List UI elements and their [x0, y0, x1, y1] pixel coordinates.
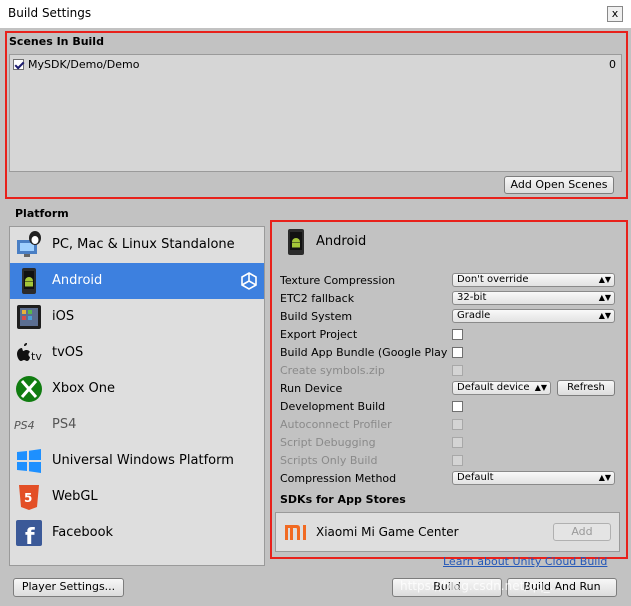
development-build-label: Development Build [280, 400, 386, 413]
run-device-dropdown[interactable]: Default device ▲▼ [452, 381, 551, 395]
window-title: Build Settings [8, 6, 92, 20]
texture-compression-label: Texture Compression [280, 274, 396, 287]
svg-text:tv: tv [31, 350, 42, 363]
autoconnect-profiler-label: Autoconnect Profiler [280, 418, 392, 431]
html5-icon: 5 [19, 485, 39, 510]
etc2-fallback-dropdown[interactable]: 32-bit ▲▼ [452, 291, 615, 305]
platform-label-standalone: PC, Mac & Linux Standalone [52, 237, 235, 252]
ios-icon [17, 305, 41, 329]
scene-row[interactable]: MySDK/Demo/Demo 0 [12, 57, 619, 73]
platform-list[interactable]: PC, Mac & Linux Standalone Android iOS t… [9, 226, 265, 566]
scene-name: MySDK/Demo/Demo [28, 58, 140, 71]
platform-label-tvos: tvOS [52, 345, 84, 360]
unity-logo-icon [241, 272, 257, 290]
export-project-label: Export Project [280, 328, 358, 341]
platform-item-webgl[interactable]: 5 WebGL [10, 479, 264, 515]
platform-item-xbox[interactable]: Xbox One [10, 371, 264, 407]
platform-item-ios[interactable]: iOS [10, 299, 264, 335]
platform-label-webgl: WebGL [52, 489, 98, 504]
title-bar: Build Settings x [0, 0, 631, 28]
scripts-only-build-label: Scripts Only Build [280, 454, 378, 467]
dropdown-arrow-icon: ▲▼ [598, 473, 611, 482]
cloud-build-link[interactable]: Learn about Unity Cloud Build [443, 555, 607, 568]
compression-method-value: Default [457, 472, 494, 483]
script-debugging-label: Script Debugging [280, 436, 376, 449]
settings-title: Android [316, 234, 367, 249]
texture-compression-dropdown[interactable]: Don't override ▲▼ [452, 273, 615, 287]
scene-checkbox[interactable] [13, 59, 24, 70]
scene-index: 0 [609, 58, 616, 71]
etc2-fallback-label: ETC2 fallback [280, 292, 355, 305]
windows-icon [17, 449, 41, 473]
player-settings-button[interactable]: Player Settings... [13, 578, 124, 597]
platform-item-android[interactable]: Android [10, 263, 264, 299]
sdk-name: Xiaomi Mi Game Center [316, 525, 459, 539]
compression-method-dropdown[interactable]: Default ▲▼ [452, 471, 615, 485]
create-symbols-checkbox [452, 365, 463, 376]
run-device-value: Default device [457, 382, 530, 393]
dropdown-arrow-icon: ▲▼ [598, 293, 611, 302]
create-symbols-label: Create symbols.zip [280, 364, 385, 377]
platform-label-android: Android [52, 273, 103, 288]
pc-mac-linux-icon [17, 231, 41, 257]
xbox-icon [16, 376, 42, 402]
build-system-dropdown[interactable]: Gradle ▲▼ [452, 309, 615, 323]
facebook-icon: f [16, 520, 42, 548]
dropdown-arrow-icon: ▲▼ [598, 311, 611, 320]
platform-label-ps4: PS4 [52, 417, 77, 432]
scripts-only-build-checkbox [452, 455, 463, 466]
development-build-checkbox[interactable] [452, 401, 463, 412]
tvos-icon: tv [17, 343, 42, 363]
sdk-row-xiaomi: Xiaomi Mi Game Center Add [275, 512, 620, 552]
platform-item-tvos[interactable]: tv tvOS [10, 335, 264, 371]
dropdown-arrow-icon: ▲▼ [534, 383, 547, 392]
refresh-button[interactable]: Refresh [557, 380, 615, 396]
platform-item-standalone[interactable]: PC, Mac & Linux Standalone [10, 227, 264, 263]
dropdown-arrow-icon: ▲▼ [598, 275, 611, 284]
platform-label-xbox: Xbox One [52, 381, 116, 396]
platform-label-facebook: Facebook [52, 525, 114, 540]
svg-text:5: 5 [24, 491, 32, 505]
android-icon [22, 268, 36, 294]
texture-compression-value: Don't override [457, 274, 529, 285]
sdk-add-button[interactable]: Add [553, 523, 611, 541]
android-device-icon [288, 229, 304, 255]
svg-text:f: f [25, 525, 35, 548]
xiaomi-mi-icon [285, 525, 306, 540]
autoconnect-profiler-checkbox [452, 419, 463, 430]
platform-item-facebook[interactable]: f Facebook [10, 515, 264, 551]
add-open-scenes-button[interactable]: Add Open Scenes [504, 176, 614, 194]
etc2-fallback-value: 32-bit [457, 292, 487, 303]
script-debugging-checkbox [452, 437, 463, 448]
sdks-header: SDKs for App Stores [280, 493, 406, 506]
scenes-list[interactable]: MySDK/Demo/Demo 0 [9, 54, 622, 172]
build-app-bundle-label: Build App Bundle (Google Play) [280, 346, 448, 359]
close-button[interactable]: x [607, 6, 623, 22]
platform-label-uwp: Universal Windows Platform [52, 453, 234, 468]
platform-item-uwp[interactable]: Universal Windows Platform [10, 443, 264, 479]
watermark-text: https://blog.csdn.net/qq_... [400, 579, 562, 593]
platform-label: Platform [15, 207, 69, 220]
svg-text:PS4: PS4 [14, 419, 35, 432]
scenes-header: Scenes In Build [9, 35, 104, 48]
ps4-icon: PS4 [14, 419, 35, 432]
build-app-bundle-checkbox[interactable] [452, 347, 463, 358]
compression-method-label: Compression Method [280, 472, 397, 485]
platform-label-ios: iOS [52, 309, 75, 324]
build-system-value: Gradle [457, 310, 491, 321]
run-device-label: Run Device [280, 382, 343, 395]
export-project-checkbox[interactable] [452, 329, 463, 340]
build-system-label: Build System [280, 310, 353, 323]
platform-item-ps4[interactable]: PS4 PS4 [10, 407, 264, 443]
